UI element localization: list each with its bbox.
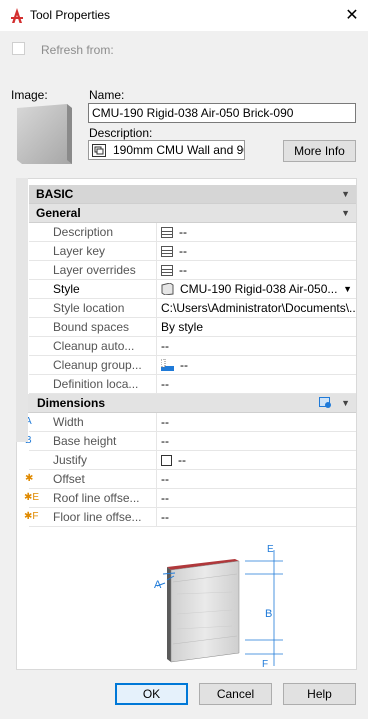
collapse-arrow-icon: ▼ [341,208,350,218]
description-field[interactable]: 190mm CMU Wall and 90 [88,140,245,160]
cancel-button[interactable]: Cancel [199,683,272,705]
name-input[interactable]: CMU-190 Rigid-038 Air-050 Brick-090 [88,103,356,123]
dim-label-b: B [265,608,272,620]
collapse-arrow-icon: ▼ [341,398,350,408]
name-label: Name: [89,88,125,102]
category-basic[interactable]: BASIC ▼ [29,185,356,204]
property-label: Definition loca... [41,375,157,394]
property-label: Cleanup group... [41,356,157,375]
dimensions-settings-icon[interactable] [319,397,332,409]
property-row-base-height[interactable]: B Base height -- [25,432,356,451]
property-value: -- [161,510,169,524]
property-row-definition-location[interactable]: Definition loca... -- [29,375,356,394]
property-label: Offset [41,470,157,489]
property-label: Cleanup auto... [41,337,157,356]
property-value: -- [161,415,169,429]
property-label: Bound spaces [41,318,157,337]
collapse-arrow-icon: ▼ [341,189,350,199]
property-row-justify[interactable]: Justify -- [29,451,356,470]
property-row-roof-line-offset[interactable]: ✱E Roof line offse... -- [24,489,356,508]
category-dimensions-label: Dimensions [37,396,106,410]
property-row-cleanup-group[interactable]: Cleanup group... -- [29,356,356,375]
grid-icon [161,227,173,238]
window-title: Tool Properties [30,8,111,22]
property-label: Style location [41,299,157,318]
cleanup-group-icon [160,358,174,371]
dropdown-arrow-icon: ▼ [343,284,352,294]
property-row-floor-line-offset[interactable]: ✱F Floor line offse... -- [24,508,356,527]
properties-panel: BASIC ▼ General ▼ Description -- Layer k… [16,178,357,670]
dim-label-e: E [267,544,274,555]
property-value: -- [179,225,187,239]
description-edit-icon[interactable] [92,144,106,157]
panel-scroll-gutter [16,178,28,442]
property-value: -- [161,472,169,486]
property-value: -- [161,491,169,505]
property-value: -- [179,263,187,277]
property-row-style-location[interactable]: Style location C:\Users\Administrator\Do… [29,299,356,318]
property-label: Width [41,413,157,432]
dim-label-f: F [262,659,268,669]
property-label: Style [41,280,157,299]
offset-icon: ✱ [25,473,34,484]
property-row-description[interactable]: Description -- [29,223,356,242]
property-value: -- [161,339,169,353]
category-general[interactable]: General ▼ [29,204,356,223]
property-row-bound-spaces[interactable]: Bound spaces By style [29,318,356,337]
wall-style-icon [161,282,174,296]
property-value: -- [161,377,169,391]
roof-offset-icon: ✱E [24,492,40,503]
grid-icon [161,265,173,276]
property-value: By style [161,320,204,334]
category-basic-label: BASIC [36,187,74,201]
property-value: -- [178,453,186,467]
dim-label-a: A [154,579,162,591]
property-value: -- [180,358,188,372]
description-value: 190mm CMU Wall and 90 [113,143,245,157]
property-label: Base height [41,432,157,451]
image-label: Image: [11,88,48,102]
help-button[interactable]: Help [283,683,356,705]
close-button[interactable]: ✕ [338,4,366,28]
property-row-offset[interactable]: ✱ Offset -- [25,470,356,489]
property-row-cleanup-auto[interactable]: Cleanup auto... -- [29,337,356,356]
refresh-label: Refresh from: [41,43,114,57]
property-label: Roof line offse... [41,489,157,508]
property-label: Floor line offse... [41,508,157,527]
property-label: Justify [41,451,157,470]
tool-preview-image[interactable] [17,104,72,164]
property-value: CMU-190 Rigid-038 Air-050... [180,282,338,296]
property-label: Layer overrides [41,261,157,280]
category-general-label: General [36,206,81,220]
property-row-style[interactable]: Style CMU-190 Rigid-038 Air-050... ▼ [29,280,356,299]
autocad-app-icon [11,8,23,23]
property-row-width[interactable]: A Width -- [25,413,356,432]
ok-button[interactable]: OK [115,683,188,705]
more-info-button[interactable]: More Info [283,140,356,162]
property-value: -- [179,244,187,258]
property-row-layer-overrides[interactable]: Layer overrides -- [29,261,356,280]
property-label: Layer key [41,242,157,261]
property-row-layer-key[interactable]: Layer key -- [29,242,356,261]
category-dimensions[interactable]: Dimensions ▼ [17,394,356,413]
property-value: C:\Users\Administrator\Documents\... [161,301,356,315]
property-label: Description [41,223,157,242]
style-dropdown[interactable]: CMU-190 Rigid-038 Air-050... ▼ [158,280,356,299]
wall-dimension-diagram: A E B F [154,544,283,669]
justify-icon [161,455,172,466]
refresh-checkbox[interactable] [12,42,25,55]
grid-icon [161,246,173,257]
description-label: Description: [89,126,153,140]
floor-offset-icon: ✱F [24,511,39,522]
property-value: -- [161,434,169,448]
